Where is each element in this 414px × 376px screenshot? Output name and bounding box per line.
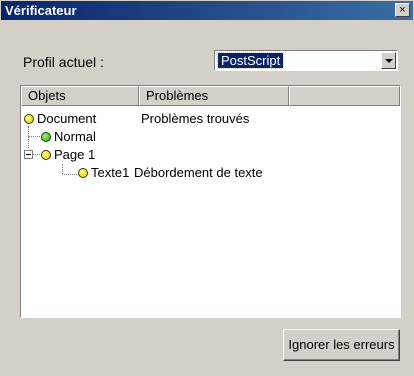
column-header-objects[interactable]: Objets [21, 86, 139, 106]
tree-row-name: Page 1 [54, 147, 96, 162]
tree-row-problem: Débordement de texte [134, 165, 263, 180]
close-button[interactable]: × [395, 3, 410, 17]
tree-row-name: Normal [54, 129, 96, 144]
title-bar[interactable]: Vérificateur × [1, 1, 413, 20]
profile-select[interactable]: PostScript [214, 50, 398, 71]
profile-select-value: PostScript [216, 52, 285, 69]
profile-label: Profil actuel : [23, 54, 104, 70]
ignore-errors-button[interactable]: Ignorer les erreurs [283, 329, 400, 361]
warning-status-icon [24, 114, 34, 124]
column-header-empty [289, 86, 400, 106]
tree-header: Objets Problèmes [21, 86, 400, 106]
chevron-down-icon[interactable] [381, 52, 396, 69]
column-header-problems[interactable]: Problèmes [139, 86, 289, 106]
issues-tree[interactable]: Objets Problèmes Document Problèmes trou… [20, 85, 401, 318]
warning-status-icon [41, 150, 51, 160]
tree-row-page[interactable]: Page 1 [21, 146, 400, 164]
tree-row-problem: Problèmes trouvés [141, 111, 250, 126]
tree-row-name: Document [37, 111, 97, 126]
warning-status-icon [78, 168, 88, 178]
ignore-errors-label: Ignorer les erreurs [288, 337, 395, 352]
tree-row-name: Texte1 [91, 165, 130, 180]
tree-row-normal[interactable]: Normal [21, 128, 400, 146]
verifier-dialog: Vérificateur × Profil actuel : PostScrip… [0, 0, 414, 376]
ok-status-icon [41, 132, 51, 142]
window-title: Vérificateur [5, 3, 77, 18]
tree-row-document[interactable]: Document Problèmes trouvés [21, 110, 400, 128]
close-icon: × [399, 4, 406, 16]
tree-row-text[interactable]: Texte1 Débordement de texte [21, 164, 400, 182]
